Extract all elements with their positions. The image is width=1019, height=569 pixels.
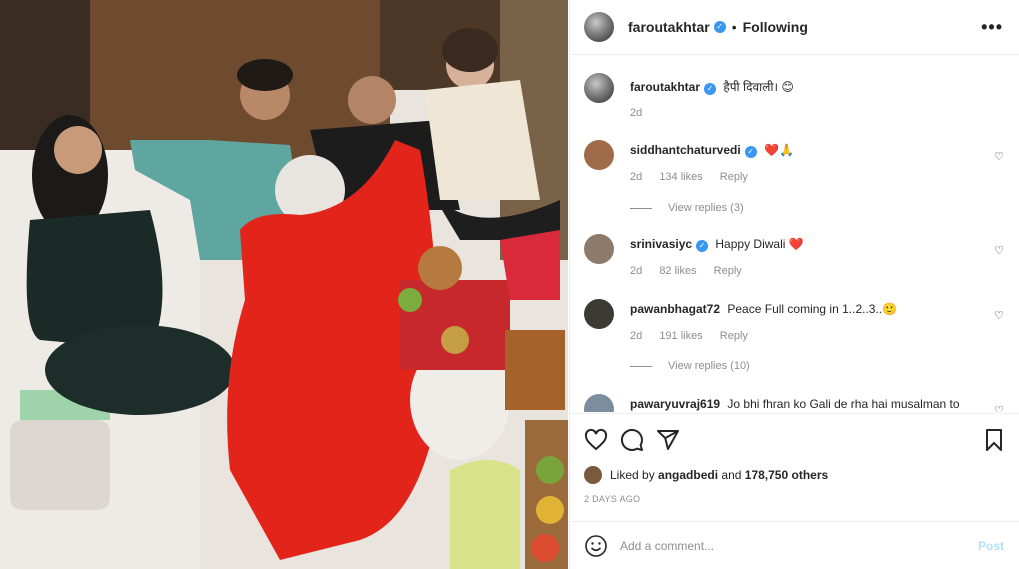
author-avatar[interactable] bbox=[584, 12, 614, 42]
replies-line bbox=[630, 207, 652, 209]
caption-username[interactable]: faroutakhtar bbox=[630, 80, 700, 94]
likes-count-button[interactable]: 178,750 others bbox=[745, 468, 828, 482]
comment-text: Peace Full coming in 1..2..3..🙂 bbox=[727, 302, 898, 316]
post-photo-illustration bbox=[0, 0, 568, 569]
following-button[interactable]: Following bbox=[743, 19, 808, 35]
view-replies-label[interactable]: View replies (10) bbox=[668, 360, 750, 372]
verified-badge-icon: ✓ bbox=[744, 146, 757, 158]
action-bar bbox=[570, 413, 1019, 469]
comment-username[interactable]: siddhantchaturvedi bbox=[630, 143, 741, 157]
comment-username[interactable]: srinivasiyc bbox=[630, 237, 692, 251]
caption-age: 2d bbox=[630, 107, 643, 119]
comments-list[interactable]: faroutakhtar ✓ हैपी दिवाली। 😊 2d siddhant… bbox=[570, 56, 1019, 412]
comment-avatar[interactable] bbox=[584, 394, 614, 412]
comment-avatar[interactable] bbox=[584, 140, 614, 170]
comment-icon[interactable] bbox=[620, 428, 644, 452]
share-icon[interactable] bbox=[656, 428, 680, 452]
comment-text: ❤️🙏 bbox=[764, 143, 794, 157]
post-side-panel: faroutakhtar ✓ • Following ••• faroutakh… bbox=[569, 0, 1019, 569]
comment-avatar[interactable] bbox=[584, 234, 614, 264]
view-replies-button[interactable]: View replies (10) bbox=[630, 360, 750, 372]
comment-input[interactable] bbox=[620, 538, 978, 553]
replies-line bbox=[630, 365, 652, 367]
view-replies-button[interactable]: View replies (3) bbox=[630, 202, 744, 214]
verified-badge-icon: ✓ bbox=[713, 21, 726, 33]
comment-age: 2d bbox=[630, 171, 643, 183]
comment-age: 2d bbox=[630, 330, 643, 342]
comment-likes[interactable]: 191 likes bbox=[659, 330, 702, 342]
header-separator: • bbox=[731, 19, 737, 35]
comment-username[interactable]: pawanbhagat72 bbox=[630, 302, 720, 316]
liker-avatar[interactable] bbox=[584, 466, 602, 484]
comment-row: pawaryuvraj619 Jo bhi fhran ko Gali de r… bbox=[584, 394, 1004, 412]
likes-summary: Liked by angadbedi and 178,750 others bbox=[584, 466, 828, 484]
likes-prefix: Liked by bbox=[610, 468, 655, 482]
comment-like-heart-icon[interactable]: ♡ bbox=[994, 309, 1004, 322]
caption: faroutakhtar ✓ हैपी दिवाली। 😊 2d bbox=[584, 73, 1004, 121]
caption-avatar[interactable] bbox=[584, 73, 614, 103]
comment-avatar[interactable] bbox=[584, 299, 614, 329]
comment-text: Happy Diwali ❤️ bbox=[715, 237, 804, 251]
add-comment-bar: Post bbox=[570, 521, 1019, 569]
post-comment-button[interactable]: Post bbox=[978, 539, 1004, 553]
comment-username[interactable]: pawaryuvraj619 bbox=[630, 397, 720, 411]
author-username[interactable]: faroutakhtar bbox=[628, 19, 710, 35]
posted-timestamp[interactable]: 2 DAYS AGO bbox=[584, 494, 640, 504]
liker-username[interactable]: angadbedi bbox=[658, 468, 718, 482]
comment-like-heart-icon[interactable]: ♡ bbox=[994, 404, 1004, 412]
reply-button[interactable]: Reply bbox=[720, 330, 748, 342]
comment-text: Jo bhi fhran ko Gali de rha hai musalman… bbox=[727, 397, 960, 411]
post-header: faroutakhtar ✓ • Following ••• bbox=[570, 0, 1019, 55]
comment-age: 2d bbox=[630, 265, 643, 277]
likes-connector: and bbox=[721, 468, 742, 482]
verified-badge-icon: ✓ bbox=[704, 83, 717, 95]
emoji-icon[interactable] bbox=[584, 534, 608, 558]
caption-text: हैपी दिवाली। 😊 bbox=[723, 80, 794, 94]
comment-likes[interactable]: 82 likes bbox=[659, 265, 696, 277]
view-replies-label[interactable]: View replies (3) bbox=[668, 202, 744, 214]
comment-row: srinivasiyc ✓ Happy Diwali ❤️ 2d 82 likes… bbox=[584, 234, 1004, 279]
reply-button[interactable]: Reply bbox=[714, 265, 742, 277]
bookmark-icon[interactable] bbox=[982, 428, 1006, 452]
comment-likes[interactable]: 134 likes bbox=[659, 171, 702, 183]
heart-icon[interactable] bbox=[584, 428, 608, 452]
verified-badge-icon: ✓ bbox=[696, 240, 709, 252]
comment-row: siddhantchaturvedi ✓ ❤️🙏 2d 134 likes Rep… bbox=[584, 140, 1004, 185]
reply-button[interactable]: Reply bbox=[720, 171, 748, 183]
post-photo[interactable] bbox=[0, 0, 568, 569]
more-options-icon[interactable]: ••• bbox=[981, 17, 1003, 38]
comment-row: pawanbhagat72 Peace Full coming in 1..2.… bbox=[584, 299, 1004, 344]
comment-like-heart-icon[interactable]: ♡ bbox=[994, 150, 1004, 163]
comment-like-heart-icon[interactable]: ♡ bbox=[994, 244, 1004, 257]
